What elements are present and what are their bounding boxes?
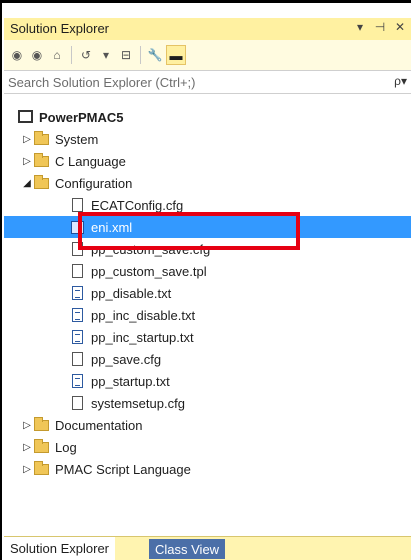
text-file-icon xyxy=(70,308,86,322)
file-icon xyxy=(70,264,86,278)
text-file-icon xyxy=(70,286,86,300)
folder-icon xyxy=(34,131,50,146)
tree-item-systemsetup[interactable]: systemsetup.cfg xyxy=(4,392,411,414)
collapse-arrow-icon[interactable]: ◢ xyxy=(20,178,34,189)
tree-item-pp-disable[interactable]: pp_disable.txt xyxy=(4,282,411,304)
folder-icon xyxy=(34,153,50,168)
tree-item-pp-custom-save-tpl[interactable]: pp_custom_save.tpl xyxy=(4,260,411,282)
tree-item-c-language[interactable]: ▷ C Language xyxy=(4,150,411,172)
chevron-down-icon[interactable]: ▾ xyxy=(97,46,115,64)
tree-item-label: pp_startup.txt xyxy=(91,373,170,389)
tree-item-pp-inc-disable[interactable]: pp_inc_disable.txt xyxy=(4,304,411,326)
tree-item-label: ECATConfig.cfg xyxy=(91,197,184,213)
toolbar: ◉ ◉ ⌂ ↺ ▾ ⊟ 🔧 ▬ xyxy=(4,40,411,70)
folder-icon xyxy=(34,439,50,454)
text-file-icon xyxy=(70,374,86,388)
tree-item-pp-save[interactable]: pp_save.cfg xyxy=(4,348,411,370)
home-icon[interactable]: ⌂ xyxy=(48,46,66,64)
tree-item-label: pp_inc_disable.txt xyxy=(91,307,196,323)
tree-root[interactable]: PowerPMAC5 xyxy=(4,106,411,128)
folder-icon xyxy=(34,417,50,432)
tree-item-label: PMAC Script Language xyxy=(55,461,191,477)
tab-solution-explorer[interactable]: Solution Explorer xyxy=(4,537,115,560)
tree-item-configuration[interactable]: ◢ Configuration xyxy=(4,172,411,194)
expand-arrow-icon[interactable]: ▷ xyxy=(20,156,34,167)
tree-item-label: Log xyxy=(55,439,77,455)
tree-item-system[interactable]: ▷ System xyxy=(4,128,411,150)
tree-item-label: System xyxy=(55,131,99,147)
forward-icon[interactable]: ◉ xyxy=(28,46,46,64)
tree-item-label: pp_disable.txt xyxy=(91,285,172,301)
solution-tree: PowerPMAC5 ▷ System ▷ C Language ◢ Confi… xyxy=(4,106,411,480)
xml-file-icon xyxy=(70,220,86,234)
solution-explorer-panel: Solution Explorer ▾ ⊣ ✕ ◉ ◉ ⌂ ↺ ▾ ⊟ 🔧 ▬ … xyxy=(4,18,411,560)
search-input[interactable] xyxy=(4,71,382,93)
tree-item-label: Documentation xyxy=(55,417,143,433)
search-icon[interactable]: ρ▾ xyxy=(394,74,407,88)
tree-item-label: pp_custom_save.tpl xyxy=(91,263,207,279)
bottom-tab-bar: Solution Explorer Class View xyxy=(4,536,411,560)
tree-item-label: Configuration xyxy=(55,175,133,191)
tree-item-label: pp_inc_startup.txt xyxy=(91,329,194,345)
collapse-icon[interactable]: ⊟ xyxy=(117,46,135,64)
tree-item-pp-custom-save-cfg[interactable]: pp_custom_save.cfg xyxy=(4,238,411,260)
tab-class-view[interactable]: Class View xyxy=(149,539,226,559)
tree-item-label: pp_save.cfg xyxy=(91,351,162,367)
file-icon xyxy=(70,198,86,212)
title-bar: Solution Explorer ▾ ⊣ ✕ xyxy=(4,18,411,40)
tree-item-documentation[interactable]: ▷ Documentation xyxy=(4,414,411,436)
toolbar-divider xyxy=(71,46,72,64)
tree-item-log[interactable]: ▷ Log xyxy=(4,436,411,458)
tree-item-pmac-script-language[interactable]: ▷ PMAC Script Language xyxy=(4,458,411,480)
tree-item-label: systemsetup.cfg xyxy=(91,395,185,411)
expand-arrow-icon[interactable]: ▷ xyxy=(20,442,34,453)
file-icon xyxy=(70,242,86,256)
properties-icon[interactable]: 🔧 xyxy=(146,46,164,64)
file-icon xyxy=(70,396,86,410)
back-icon[interactable]: ◉ xyxy=(8,46,26,64)
expand-arrow-icon[interactable]: ▷ xyxy=(20,134,34,145)
expand-arrow-icon[interactable]: ▷ xyxy=(20,464,34,475)
file-icon xyxy=(70,352,86,366)
tree-item-label: pp_custom_save.cfg xyxy=(91,241,211,257)
close-icon[interactable]: ✕ xyxy=(393,20,407,34)
tree-item-ecatconfig[interactable]: ECATConfig.cfg xyxy=(4,194,411,216)
tree-item-label: C Language xyxy=(55,153,126,169)
solution-icon xyxy=(18,110,34,124)
tree-item-pp-startup[interactable]: pp_startup.txt xyxy=(4,370,411,392)
text-file-icon xyxy=(70,330,86,344)
history-icon[interactable]: ↺ xyxy=(77,46,95,64)
pin-icon[interactable]: ⊣ xyxy=(373,20,387,34)
open-folder-icon xyxy=(34,175,50,190)
folder-icon xyxy=(34,461,50,476)
tree-item-label: eni.xml xyxy=(91,219,133,235)
dropdown-icon[interactable]: ▾ xyxy=(353,20,367,34)
title-controls: ▾ ⊣ ✕ xyxy=(353,20,407,34)
tree-item-pp-inc-startup[interactable]: pp_inc_startup.txt xyxy=(4,326,411,348)
tree-item-eni-xml[interactable]: eni.xml xyxy=(4,216,411,238)
panel-title: Solution Explorer xyxy=(10,21,109,36)
preview-icon[interactable]: ▬ xyxy=(166,45,186,65)
search-bar: ρ▾ xyxy=(4,70,411,94)
root-label: PowerPMAC5 xyxy=(39,109,124,125)
toolbar-divider xyxy=(140,46,141,64)
expand-arrow-icon[interactable]: ▷ xyxy=(20,420,34,431)
